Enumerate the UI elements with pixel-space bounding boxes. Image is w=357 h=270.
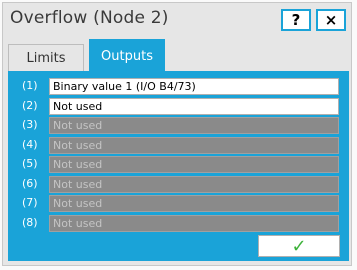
output-field: Not used	[49, 195, 339, 212]
output-index: (4)	[22, 137, 38, 151]
close-icon: ×	[324, 11, 338, 29]
output-index: (3)	[22, 118, 38, 131]
outputs-panel: (1) Binary value 1 (I/O B4/73) (2) Not u…	[8, 71, 349, 261]
output-field[interactable]: Not used	[49, 97, 339, 115]
dialog: Overflow (Node 2) ? × Limits Outputs (1)…	[2, 2, 352, 266]
output-index: (5)	[22, 157, 38, 170]
close-button[interactable]: ×	[316, 9, 346, 31]
output-row: (5) Not used	[8, 155, 349, 174]
output-row: (1) Binary value 1 (I/O B4/73)	[8, 77, 349, 96]
output-index: (2)	[22, 98, 38, 112]
output-index: (1)	[22, 79, 38, 92]
output-row: (2) Not used	[8, 97, 349, 116]
output-index: (6)	[22, 176, 38, 190]
output-index: (7)	[22, 196, 38, 209]
help-button[interactable]: ?	[281, 9, 311, 31]
output-row: (8) Not used	[8, 214, 349, 233]
tab-outputs[interactable]: Outputs	[89, 39, 165, 73]
help-icon: ?	[291, 11, 301, 29]
dialog-title: Overflow (Node 2)	[10, 8, 169, 28]
output-field: Not used	[49, 156, 339, 173]
output-row: (4) Not used	[8, 136, 349, 155]
ok-button[interactable]: ✓	[258, 235, 340, 257]
output-field: Not used	[49, 136, 339, 154]
output-row: (7) Not used	[8, 194, 349, 213]
output-index: (8)	[22, 215, 38, 229]
output-row: (6) Not used	[8, 175, 349, 194]
output-field: Not used	[49, 214, 339, 232]
output-field: Not used	[49, 117, 339, 134]
output-field[interactable]: Binary value 1 (I/O B4/73)	[49, 78, 339, 95]
output-field: Not used	[49, 175, 339, 193]
tab-limits[interactable]: Limits	[8, 44, 84, 72]
output-row: (3) Not used	[8, 116, 349, 135]
checkmark-icon: ✓	[291, 235, 307, 257]
